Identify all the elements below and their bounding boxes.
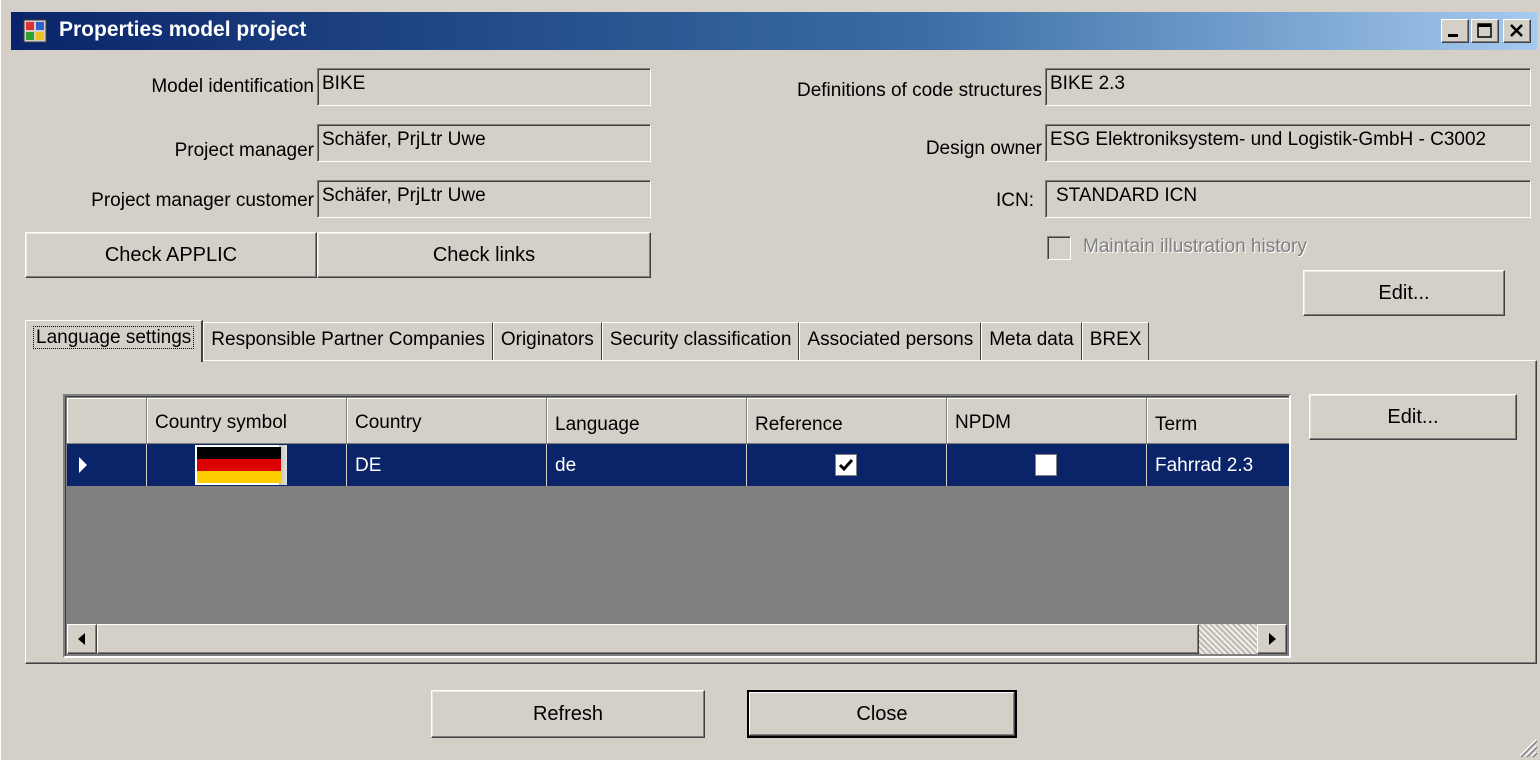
tab-strip: Language settings Responsible Partner Co… (25, 320, 1150, 362)
window-title: Properties model project (59, 18, 307, 41)
grid-header-corner (67, 398, 147, 444)
maximize-icon (1477, 23, 1492, 38)
close-icon (1510, 24, 1523, 37)
flag-de-icon (197, 447, 281, 483)
col-term[interactable]: Term (1147, 398, 1289, 444)
npdm-checkbox[interactable] (1035, 454, 1057, 476)
resize-grip-icon[interactable] (1516, 736, 1538, 758)
cell-term[interactable]: Fahrrad 2.3 (1147, 444, 1289, 486)
table-row[interactable]: DE de Fahrrad 2.3 (67, 444, 1289, 486)
refresh-button[interactable]: Refresh (431, 690, 705, 738)
col-reference[interactable]: Reference (747, 398, 947, 444)
model-identification-label: Model identification (151, 76, 314, 97)
horizontal-scrollbar[interactable] (67, 624, 1287, 654)
col-language[interactable]: Language (547, 398, 747, 444)
arrow-right-icon (1269, 633, 1276, 645)
row-selector[interactable] (67, 444, 147, 486)
cell-country-symbol[interactable] (147, 444, 347, 486)
project-manager-field[interactable]: Schäfer, PrjLtr Uwe (317, 124, 651, 162)
tab-originators[interactable]: Originators (492, 322, 602, 360)
grid-header: Country symbol Country Language Referenc… (67, 398, 1289, 444)
close-window-button[interactable] (1503, 19, 1531, 43)
arrow-left-icon (78, 633, 85, 645)
tab-associated-persons[interactable]: Associated persons (799, 322, 982, 360)
col-npdm[interactable]: NPDM (947, 398, 1147, 444)
properties-window: Properties model project Model identific… (0, 0, 1540, 760)
check-applic-button[interactable]: Check APPLIC (25, 232, 317, 278)
title-bar[interactable]: Properties model project (11, 12, 1537, 50)
tab-meta-data[interactable]: Meta data (981, 322, 1082, 360)
close-button[interactable]: Close (747, 690, 1017, 738)
minimize-button[interactable] (1441, 19, 1469, 43)
design-owner-label: Design owner (925, 138, 1042, 159)
cell-npdm[interactable] (947, 444, 1147, 486)
checkmark-icon (838, 459, 854, 472)
scroll-thumb[interactable] (97, 624, 1199, 654)
definitions-code-structures-field[interactable]: BIKE 2.3 (1045, 68, 1531, 106)
language-grid[interactable]: Country symbol Country Language Referenc… (63, 394, 1291, 658)
model-identification-field[interactable]: BIKE (317, 68, 651, 106)
col-country-symbol[interactable]: Country symbol (147, 398, 347, 444)
design-owner-field[interactable]: ESG Elektroniksystem- und Logistik-GmbH … (1045, 124, 1531, 162)
maintain-history-label: Maintain illustration history (1083, 236, 1307, 257)
tab-language-settings[interactable]: Language settings (25, 320, 204, 362)
maintain-history-checkbox[interactable] (1047, 236, 1071, 260)
icn-label: ICN: (996, 190, 1034, 211)
cell-reference[interactable] (747, 444, 947, 486)
tab-responsible-partner-companies[interactable]: Responsible Partner Companies (203, 322, 493, 360)
scroll-track[interactable] (1199, 624, 1257, 654)
row-pointer-icon (79, 457, 87, 473)
scroll-left-button[interactable] (67, 624, 97, 654)
reference-checkbox[interactable] (835, 454, 857, 476)
check-links-button[interactable]: Check links (317, 232, 651, 278)
project-manager-customer-label: Project manager customer (91, 190, 314, 211)
edit-top-button[interactable]: Edit... (1303, 270, 1505, 316)
cell-language[interactable]: de (547, 444, 747, 486)
icn-field[interactable]: STANDARD ICN (1045, 180, 1531, 218)
tab-security-classification[interactable]: Security classification (601, 322, 800, 360)
tab-brex[interactable]: BREX (1081, 322, 1150, 360)
col-country[interactable]: Country (347, 398, 547, 444)
edit-grid-button[interactable]: Edit... (1309, 394, 1517, 440)
maximize-button[interactable] (1471, 19, 1499, 43)
project-manager-label: Project manager (174, 140, 314, 161)
scroll-right-button[interactable] (1257, 624, 1287, 654)
minimize-icon (1448, 34, 1458, 37)
project-manager-customer-field[interactable]: Schäfer, PrjLtr Uwe (317, 180, 651, 218)
cell-country[interactable]: DE (347, 444, 547, 486)
app-icon (23, 19, 47, 43)
definitions-code-structures-label: Definitions of code structures (796, 80, 1042, 101)
